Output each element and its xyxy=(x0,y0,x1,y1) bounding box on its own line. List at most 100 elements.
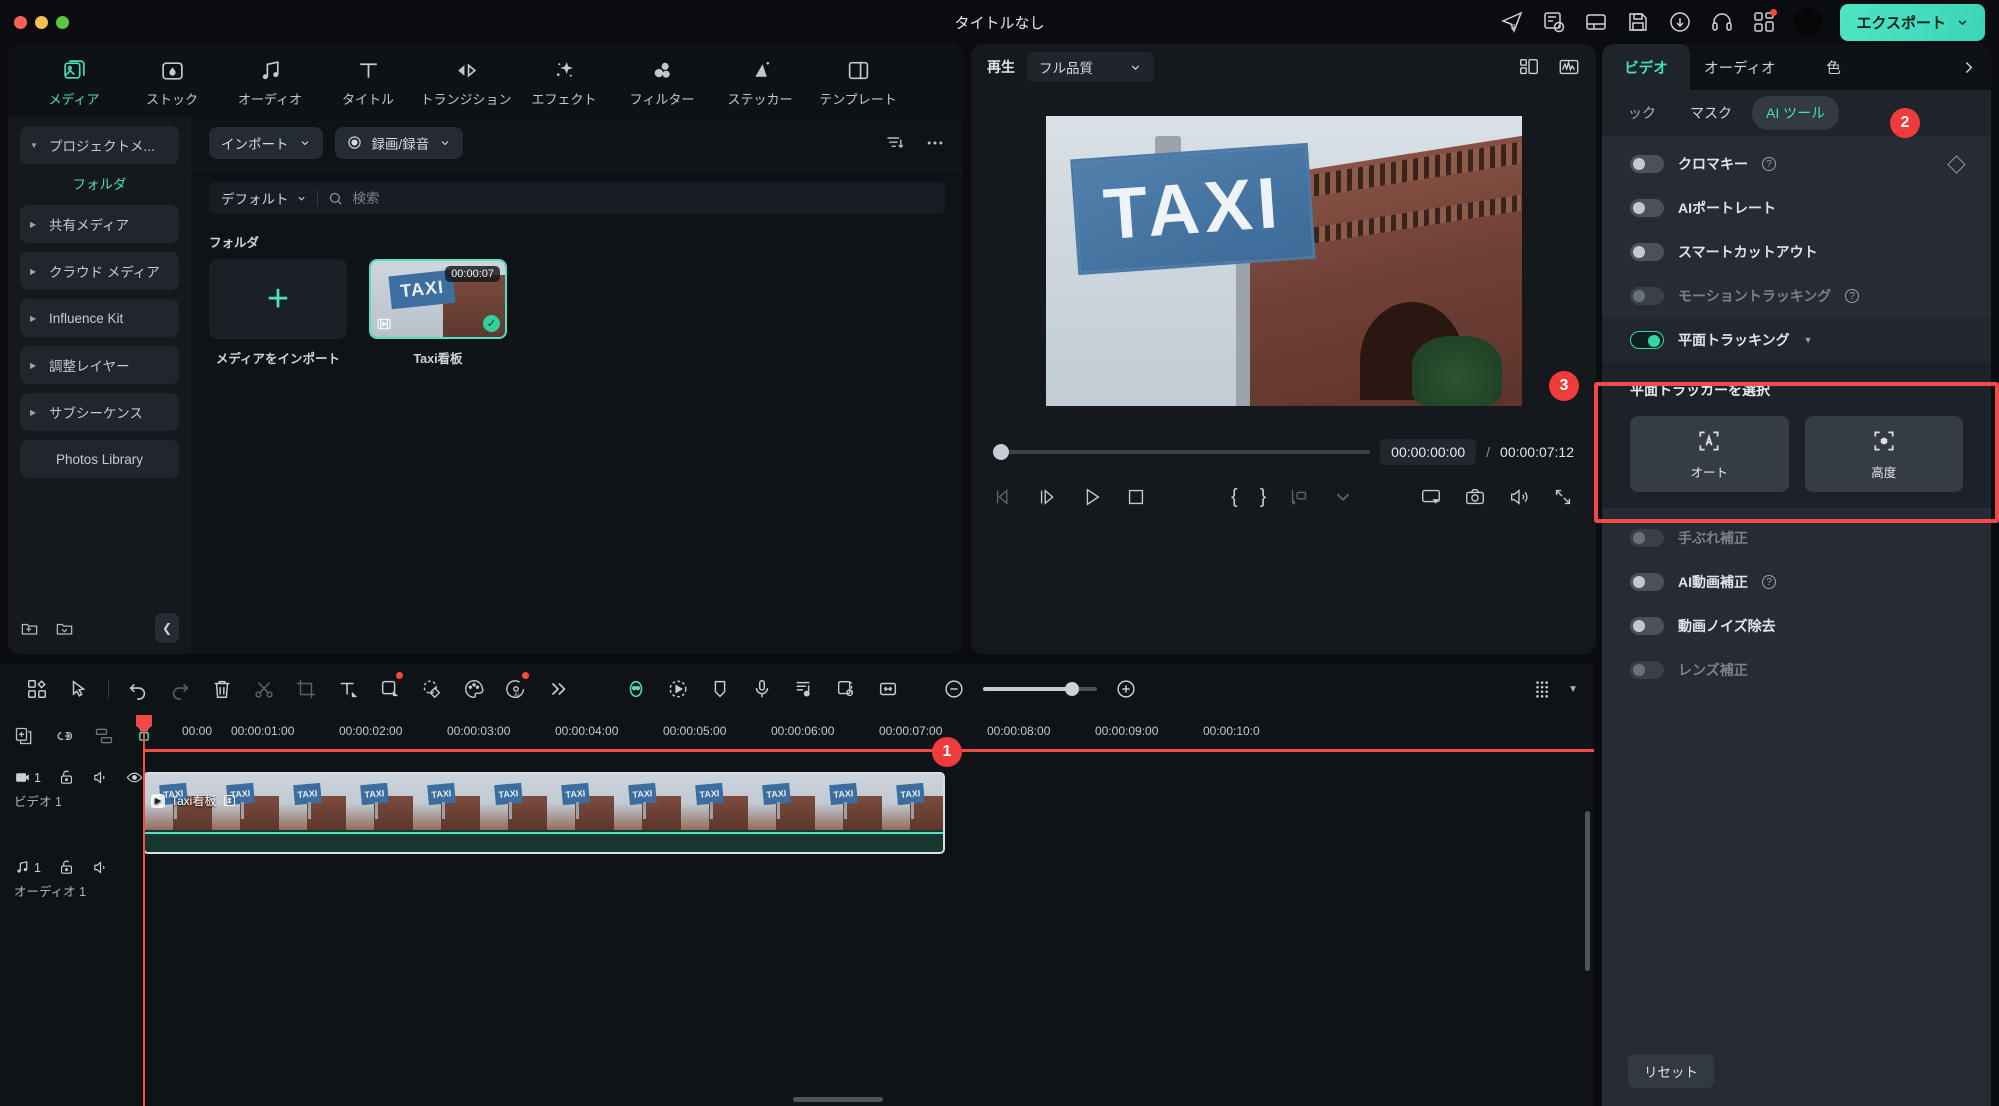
tab-color[interactable]: 色 xyxy=(1790,44,1878,90)
reset-button[interactable]: リセット xyxy=(1628,1054,1714,1088)
timeline-clip[interactable]: TAXI TAXI TAXI TAXI TAXI TAXI TAXI TAXI … xyxy=(143,772,945,854)
snapshot-icon[interactable] xyxy=(1464,486,1486,508)
link-icon[interactable] xyxy=(54,726,74,746)
video-denoise-toggle[interactable] xyxy=(1630,617,1664,635)
row-ai-video-enhance[interactable]: AI動画補正 ? xyxy=(1602,560,1991,604)
filter-sort-icon[interactable] xyxy=(885,133,905,153)
clip-play-icon[interactable]: ▶ xyxy=(151,793,165,808)
apps-grid-icon[interactable] xyxy=(1752,9,1778,34)
nav-tab-effects[interactable]: エフェクト xyxy=(516,52,612,108)
nav-tab-stock[interactable]: ストック xyxy=(124,52,220,108)
nav-tab-media[interactable]: メディア xyxy=(26,52,122,108)
sort-select[interactable]: デフォルト xyxy=(221,188,307,208)
fullscreen-icon[interactable] xyxy=(1552,486,1574,508)
group-icon[interactable] xyxy=(94,726,114,746)
zoom-out-icon[interactable] xyxy=(933,668,975,710)
chroma-key-toggle[interactable] xyxy=(1630,155,1664,173)
audio-detach-icon[interactable] xyxy=(783,668,825,710)
cloud-upload-icon[interactable] xyxy=(1668,10,1692,34)
auto-reframe-icon[interactable] xyxy=(825,668,867,710)
motion-icon[interactable] xyxy=(657,668,699,710)
mute-icon[interactable] xyxy=(92,859,109,876)
redo-icon[interactable] xyxy=(159,668,201,710)
lock-icon[interactable] xyxy=(58,769,75,786)
nav-tab-transition[interactable]: トランジション xyxy=(418,52,514,108)
color-palette-icon[interactable] xyxy=(453,668,495,710)
zoom-slider-handle[interactable] xyxy=(1065,682,1080,696)
chevron-down-icon[interactable] xyxy=(1332,486,1354,508)
quality-select[interactable]: フル品質 xyxy=(1027,52,1154,82)
task-list-icon[interactable] xyxy=(1542,10,1566,34)
nav-tab-audio[interactable]: オーディオ xyxy=(222,52,318,108)
import-media-thumb[interactable]: + xyxy=(209,259,347,339)
eye-icon[interactable] xyxy=(126,769,143,786)
media-item[interactable]: TAXI 00:00:07 ✓ Taxi看板 xyxy=(369,259,507,367)
tab-video[interactable]: ビデオ xyxy=(1602,44,1690,90)
nav-tab-title[interactable]: タイトル xyxy=(320,52,416,108)
timeline-horizontal-scrollbar[interactable] xyxy=(143,1097,1583,1102)
close-window-button[interactable] xyxy=(14,15,27,29)
import-button[interactable]: インポート xyxy=(209,126,323,159)
timeline-playhead[interactable] xyxy=(136,715,152,1106)
fit-timeline-icon[interactable] xyxy=(867,668,909,710)
template-grid-icon[interactable] xyxy=(16,668,58,710)
mask-sticker-icon[interactable] xyxy=(411,668,453,710)
row-chroma-key[interactable]: クロマキー ? xyxy=(1602,142,1991,186)
waveform-scope-icon[interactable] xyxy=(1558,56,1580,78)
smart-cutout-toggle[interactable] xyxy=(1630,243,1664,261)
microphone-icon[interactable] xyxy=(741,668,783,710)
sidebar-item-photos-library[interactable]: Photos Library xyxy=(20,440,179,478)
export-button[interactable]: エクスポート xyxy=(1840,3,1985,41)
tab-audio[interactable]: オーディオ xyxy=(1690,44,1790,90)
delete-icon[interactable] xyxy=(201,668,243,710)
grid-view-icon[interactable] xyxy=(1522,668,1564,710)
avatar[interactable] xyxy=(1794,8,1823,36)
sidebar-item-adjustment-layer[interactable]: ▶ 調整レイヤー xyxy=(20,346,179,384)
subtab-ai-tools[interactable]: AI ツール xyxy=(1752,96,1840,130)
ai-video-enhance-toggle[interactable] xyxy=(1630,573,1664,591)
row-video-denoise[interactable]: 動画ノイズ除去 xyxy=(1602,604,1991,648)
play-icon[interactable] xyxy=(1081,486,1103,508)
folder-dropdown-icon[interactable] xyxy=(55,619,74,638)
keyframe-diamond-icon[interactable] xyxy=(1947,154,1966,174)
tracker-advanced-button[interactable]: 高度 xyxy=(1804,416,1963,492)
subtab-basic[interactable]: ック xyxy=(1614,96,1670,130)
nav-tab-filter[interactable]: フィルター xyxy=(614,52,710,108)
duplicate-icon[interactable] xyxy=(14,726,34,746)
maximize-window-button[interactable] xyxy=(56,15,69,29)
tabs-overflow-button[interactable] xyxy=(1946,44,1991,90)
minimize-window-button[interactable] xyxy=(35,15,48,29)
mark-out-icon[interactable]: } xyxy=(1260,487,1267,507)
preview-scrubber[interactable] xyxy=(993,444,1371,460)
row-planar-tracking[interactable]: 平面トラッキング ▼ xyxy=(1602,318,1991,362)
sidebar-item-project-media[interactable]: ▼ プロジェクトメ... xyxy=(20,126,179,164)
new-folder-icon[interactable] xyxy=(20,619,39,638)
undo-icon[interactable] xyxy=(117,668,159,710)
shape-icon[interactable] xyxy=(369,668,411,710)
window-controls[interactable] xyxy=(14,15,69,29)
row-smart-cutout[interactable]: スマートカットアウト xyxy=(1602,230,1991,274)
prev-frame-icon[interactable] xyxy=(993,486,1015,508)
sidebar-item-influence-kit[interactable]: ▶ Influence Kit xyxy=(20,299,179,337)
search-input[interactable] xyxy=(352,190,933,206)
volume-icon[interactable] xyxy=(1508,486,1530,508)
layout-grid-icon[interactable] xyxy=(1518,56,1540,78)
marker-icon[interactable] xyxy=(699,668,741,710)
timeline-zoom-slider[interactable] xyxy=(983,682,1097,696)
planar-tracking-toggle[interactable] xyxy=(1630,331,1664,349)
screen-record-icon[interactable] xyxy=(1420,486,1442,508)
tracker-auto-button[interactable]: オート xyxy=(1630,416,1789,492)
timeline-vertical-scrollbar[interactable] xyxy=(1585,811,1590,971)
row-ai-portrait[interactable]: AIポートレート xyxy=(1602,186,1991,230)
text-icon[interactable] xyxy=(327,668,369,710)
sidebar-item-shared-media[interactable]: ▶ 共有メディア xyxy=(20,205,179,243)
mute-icon[interactable] xyxy=(92,769,109,786)
sidebar-item-cloud-media[interactable]: ▶ クラウド メディア xyxy=(20,252,179,290)
collapse-sidebar-button[interactable]: ❮ xyxy=(155,613,179,643)
ai-audio-icon[interactable]: AI xyxy=(495,668,537,710)
mark-in-icon[interactable]: { xyxy=(1231,487,1238,507)
sidebar-item-subsequence[interactable]: ▶ サブシーケンス xyxy=(20,393,179,431)
export-frame-icon[interactable] xyxy=(1288,486,1310,508)
next-frame-icon[interactable] xyxy=(1037,486,1059,508)
preview-video[interactable]: TAXI xyxy=(1045,116,1522,406)
